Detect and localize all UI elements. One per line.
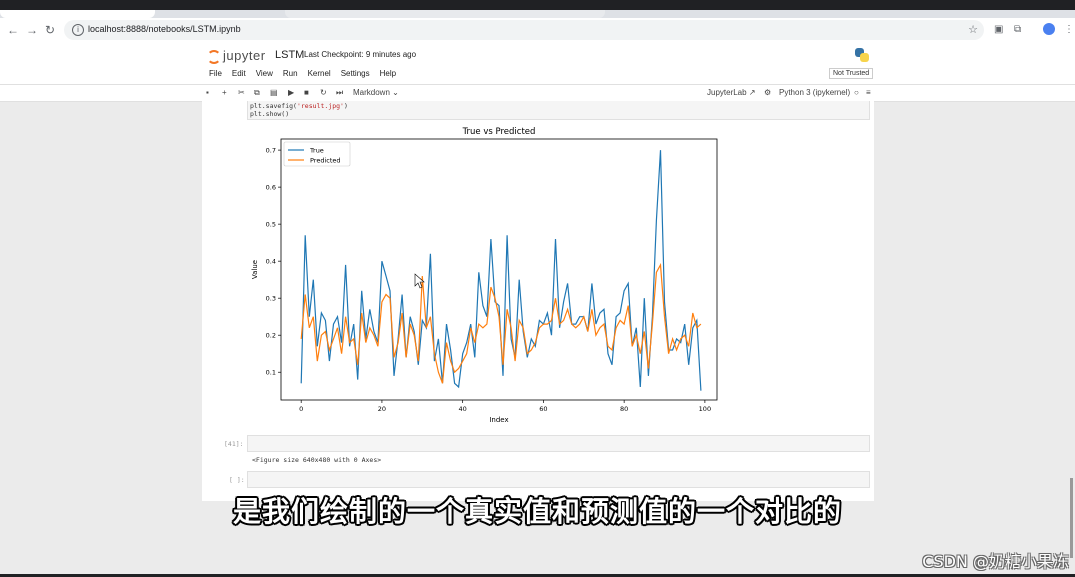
- true-vs-predicted-chart: True vs Predicted 0 20 40 60 80 100 0.1 0.2 0.3 0.…: [251, 127, 718, 424]
- x-axis-label: Index: [489, 416, 508, 424]
- profile-avatar[interactable]: [1043, 23, 1055, 35]
- chart-title: True vs Predicted: [462, 127, 536, 137]
- jupyterlab-label: JupyterLab: [707, 88, 747, 97]
- browser-tab-strip: [0, 10, 1075, 18]
- csdn-watermark: CSDN @奶糖小果冻: [922, 552, 1069, 571]
- browser-tab-active[interactable]: [0, 10, 155, 18]
- kernel-name[interactable]: Python 3 (ipykernel): [779, 87, 850, 98]
- cell-output-text: <Figure size 640x480 with 0 Axes>: [252, 456, 382, 464]
- notebook-title[interactable]: LSTM: [275, 49, 304, 61]
- back-button[interactable]: ←: [7, 23, 19, 37]
- empty-code-cell[interactable]: [247, 471, 870, 488]
- menu-settings[interactable]: Settings: [341, 69, 370, 78]
- cell-prompt-41: [41]:: [224, 440, 244, 448]
- x-tick-label: 40: [459, 405, 467, 413]
- cell-prompt-empty: [ ]:: [229, 476, 245, 484]
- jupyterlab-link[interactable]: JupyterLab ↗: [707, 87, 756, 98]
- kernel-status-icon: ○: [854, 88, 859, 97]
- jupyter-logo-icon: [207, 50, 221, 64]
- chevron-down-icon: ⌄: [392, 88, 399, 97]
- menu-view[interactable]: View: [256, 69, 273, 78]
- address-bar[interactable]: i localhost:8888/notebooks/LSTM.ipynb ☆: [64, 20, 984, 40]
- site-info-icon[interactable]: i: [72, 24, 84, 36]
- x-tick-label: 60: [539, 405, 547, 413]
- stop-icon[interactable]: ■: [304, 87, 309, 98]
- hamburger-menu-icon[interactable]: ≡: [866, 87, 871, 98]
- legend-label-predicted: Predicted: [310, 156, 341, 164]
- y-tick-label: 0.4: [266, 257, 276, 265]
- extension-icon[interactable]: ▣: [994, 24, 1003, 36]
- x-tick-label: 80: [620, 405, 628, 413]
- os-top-bar: [0, 0, 1075, 10]
- copy-icon[interactable]: ⧉: [254, 87, 260, 98]
- url-text: localhost:8888/notebooks/LSTM.ipynb: [88, 24, 241, 34]
- reload-button[interactable]: ↻: [45, 23, 55, 37]
- y-tick-label: 0.3: [266, 294, 276, 302]
- y-tick-label: 0.2: [266, 332, 276, 340]
- save-icon[interactable]: ▪: [206, 87, 209, 98]
- y-axis-label: Value: [251, 260, 259, 279]
- external-link-icon: ↗: [748, 88, 756, 97]
- fast-forward-icon[interactable]: ⏭: [336, 87, 343, 98]
- gear-icon[interactable]: ⚙: [764, 87, 771, 98]
- jupyter-logo-text: jupyter: [223, 48, 266, 63]
- paste-icon[interactable]: ▤: [270, 87, 278, 98]
- x-tick-label: 0: [299, 405, 303, 413]
- trust-badge[interactable]: Not Trusted: [829, 68, 874, 79]
- code-line-show: plt.show(): [250, 109, 290, 118]
- extensions-puzzle-icon[interactable]: ⧉: [1014, 24, 1021, 36]
- python-logo-icon: [855, 48, 869, 62]
- code-source: plt.savefig('result.jpg') plt.show(): [250, 102, 348, 118]
- menu-help[interactable]: Help: [380, 69, 396, 78]
- add-cell-icon[interactable]: +: [222, 87, 227, 98]
- video-subtitle: 是我们绘制的一个真实值和预测值的一个对比的: [232, 495, 842, 528]
- browser-menu-icon[interactable]: ⋮: [1064, 24, 1074, 36]
- y-tick-label: 0.5: [266, 220, 276, 228]
- menu-bar: File Edit View Run Kernel Settings Help: [209, 69, 406, 78]
- forward-button[interactable]: →: [26, 23, 38, 37]
- checkpoint-status: Last Checkpoint: 9 minutes ago: [304, 50, 417, 59]
- browser-toolbar: ← → ↻ i localhost:8888/notebooks/LSTM.ip…: [0, 18, 1075, 42]
- jupyter-logo[interactable]: jupyter: [207, 48, 271, 64]
- x-tick-label: 20: [378, 405, 386, 413]
- code-line-savefig: plt.savefig(: [250, 102, 297, 110]
- notebook-toolbar: ▪ + ✂ ⧉ ▤ ▶ ■ ↻ ⏭ Markdown ⌄ JupyterLab …: [0, 85, 1075, 102]
- menu-edit[interactable]: Edit: [232, 69, 246, 78]
- menu-kernel[interactable]: Kernel: [308, 69, 331, 78]
- bookmark-star-icon[interactable]: ☆: [968, 23, 978, 36]
- browser-tab[interactable]: [285, 10, 605, 18]
- run-icon[interactable]: ▶: [288, 87, 294, 98]
- jupyter-header: jupyter LSTM Last Checkpoint: 9 minutes …: [0, 42, 1075, 85]
- y-tick-label: 0.6: [266, 183, 276, 191]
- restart-icon[interactable]: ↻: [320, 87, 327, 98]
- cell-type-label: Markdown: [353, 88, 390, 97]
- y-tick-label: 0.7: [266, 146, 276, 154]
- legend-label-true: True: [309, 146, 324, 154]
- menu-file[interactable]: File: [209, 69, 222, 78]
- code-cell-41[interactable]: [247, 435, 870, 452]
- cell-type-select[interactable]: Markdown ⌄: [353, 87, 399, 98]
- code-paren: ): [343, 102, 348, 110]
- menu-run[interactable]: Run: [283, 69, 298, 78]
- x-tick-label: 100: [699, 405, 711, 413]
- code-string: 'result.jpg': [296, 102, 344, 110]
- y-tick-label: 0.1: [266, 369, 276, 377]
- cut-icon[interactable]: ✂: [238, 87, 245, 98]
